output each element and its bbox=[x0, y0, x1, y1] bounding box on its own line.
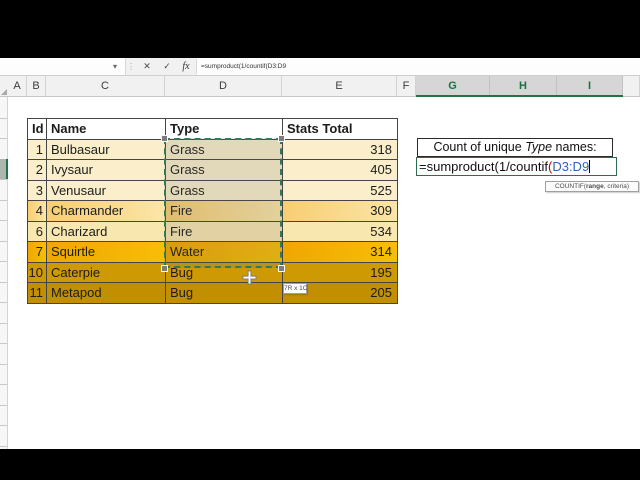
row-header-tick bbox=[0, 343, 7, 344]
active-row-header[interactable] bbox=[0, 158, 8, 179]
row-header-tick bbox=[0, 364, 7, 365]
annotation-text-box[interactable]: Count of unique Type names: bbox=[417, 138, 613, 157]
cell-stats[interactable]: 525 bbox=[283, 180, 398, 201]
row-header-tick bbox=[0, 118, 7, 119]
row-header-tick bbox=[0, 405, 7, 406]
table-header-stats-total[interactable]: Stats Total bbox=[283, 119, 398, 140]
selection-handle[interactable] bbox=[161, 135, 168, 142]
column-header-E[interactable]: E bbox=[282, 76, 397, 96]
cell-stats[interactable]: 405 bbox=[283, 160, 398, 181]
row-header-tick bbox=[0, 241, 7, 242]
formula-text-range-ref: D3:D9 bbox=[552, 159, 590, 174]
cell-name[interactable]: Caterpie bbox=[47, 262, 166, 283]
cell-name[interactable]: Venusaur bbox=[47, 180, 166, 201]
formula-bar: ▾ ⋮ ✕ ✓ fx =sumproduct(1/countif(D3:D9 bbox=[0, 58, 640, 76]
formula-text-main: =sumproduct(1/countif bbox=[419, 159, 548, 174]
letterbox-top bbox=[0, 0, 640, 58]
row-header-strip[interactable] bbox=[0, 97, 8, 449]
enter-icon[interactable]: ✓ bbox=[159, 58, 175, 75]
row-header-tick bbox=[0, 282, 7, 283]
formula-bar-input[interactable]: =sumproduct(1/countif(D3:D9 bbox=[197, 58, 640, 75]
row-header-tick bbox=[0, 261, 7, 262]
cell-name[interactable]: Bulbasaur bbox=[47, 139, 166, 160]
column-header-H[interactable]: H bbox=[490, 76, 557, 96]
selection-handle[interactable] bbox=[161, 265, 168, 272]
function-syntax-tooltip: COUNTIF(range, criteria) bbox=[545, 181, 639, 192]
sheet-area[interactable]: Id Name Type Stats Total 1 Bulbasaur Grass 318 2… bbox=[0, 97, 640, 449]
select-all-corner-icon[interactable] bbox=[1, 89, 7, 95]
row-header-tick bbox=[0, 138, 7, 139]
row-header-tick bbox=[0, 446, 7, 447]
column-headers: ABCDEFGHI bbox=[0, 76, 640, 97]
cell-stats[interactable]: 314 bbox=[283, 242, 398, 263]
column-header-G[interactable]: G bbox=[416, 76, 490, 96]
cell-id[interactable]: 10 bbox=[28, 262, 47, 283]
row-header-tick bbox=[0, 323, 7, 324]
cell-id[interactable]: 7 bbox=[28, 242, 47, 263]
letterbox-bottom bbox=[0, 449, 640, 480]
table-header-type[interactable]: Type bbox=[166, 119, 283, 140]
row-header-tick bbox=[0, 200, 7, 201]
row-header-tick bbox=[0, 179, 7, 180]
column-header-B[interactable]: B bbox=[27, 76, 46, 96]
range-selection-border bbox=[164, 138, 282, 268]
cell-stats[interactable]: 534 bbox=[283, 221, 398, 242]
text-caret bbox=[589, 160, 591, 173]
cell-stats[interactable]: 318 bbox=[283, 139, 398, 160]
column-header-F[interactable]: F bbox=[397, 76, 416, 96]
editing-cell-formula[interactable]: =sumproduct(1/countif(D3:D9 bbox=[416, 157, 617, 176]
formula-bar-separator-icon: ⋮ bbox=[127, 62, 135, 71]
insert-function-icon[interactable]: fx bbox=[178, 58, 194, 75]
column-header-I[interactable]: I bbox=[557, 76, 623, 96]
cell-name[interactable]: Charmander bbox=[47, 201, 166, 222]
selection-handle[interactable] bbox=[278, 265, 285, 272]
cell-id[interactable]: 1 bbox=[28, 139, 47, 160]
cell-name[interactable]: Metapod bbox=[47, 283, 166, 304]
cell-name[interactable]: Charizard bbox=[47, 221, 166, 242]
cell-name[interactable]: Squirtle bbox=[47, 242, 166, 263]
row-header-tick bbox=[0, 302, 7, 303]
cancel-icon[interactable]: ✕ bbox=[139, 58, 155, 75]
cell-id[interactable]: 3 bbox=[28, 180, 47, 201]
table-header-name[interactable]: Name bbox=[47, 119, 166, 140]
cell-cursor-icon bbox=[242, 270, 257, 285]
column-header-D[interactable]: D bbox=[165, 76, 282, 96]
annotation-label-italic: Type bbox=[525, 140, 553, 154]
name-box-dropdown-icon[interactable]: ▾ bbox=[108, 58, 122, 75]
cell-id[interactable]: 6 bbox=[28, 221, 47, 242]
column-header-partial[interactable] bbox=[623, 76, 640, 96]
cell-stats[interactable]: 309 bbox=[283, 201, 398, 222]
column-header-A[interactable]: A bbox=[8, 76, 27, 96]
row-header-tick bbox=[0, 425, 7, 426]
cell-type[interactable]: Bug bbox=[166, 283, 283, 304]
selection-handle[interactable] bbox=[278, 135, 285, 142]
tooltip-rest: , criteria) bbox=[603, 183, 630, 190]
tooltip-active-arg: range bbox=[586, 183, 604, 190]
cell-id[interactable]: 4 bbox=[28, 201, 47, 222]
table-header-id[interactable]: Id bbox=[28, 119, 47, 140]
annotation-label-post: names: bbox=[552, 140, 597, 154]
cell-id[interactable]: 2 bbox=[28, 160, 47, 181]
annotation-label-pre: Count of unique bbox=[433, 140, 526, 154]
cell-stats[interactable]: 195 bbox=[283, 262, 398, 283]
row-header-tick bbox=[0, 384, 7, 385]
cell-name[interactable]: Ivysaur bbox=[47, 160, 166, 181]
row-header-tick bbox=[0, 220, 7, 221]
excel-video-frame: ▾ ⋮ ✕ ✓ fx =sumproduct(1/countif(D3:D9 A… bbox=[0, 0, 640, 480]
cell-id[interactable]: 11 bbox=[28, 283, 47, 304]
column-header-C[interactable]: C bbox=[46, 76, 165, 96]
tooltip-fn-name: COUNTIF( bbox=[554, 183, 587, 190]
range-size-tooltip: 7R x 1C bbox=[283, 283, 308, 294]
